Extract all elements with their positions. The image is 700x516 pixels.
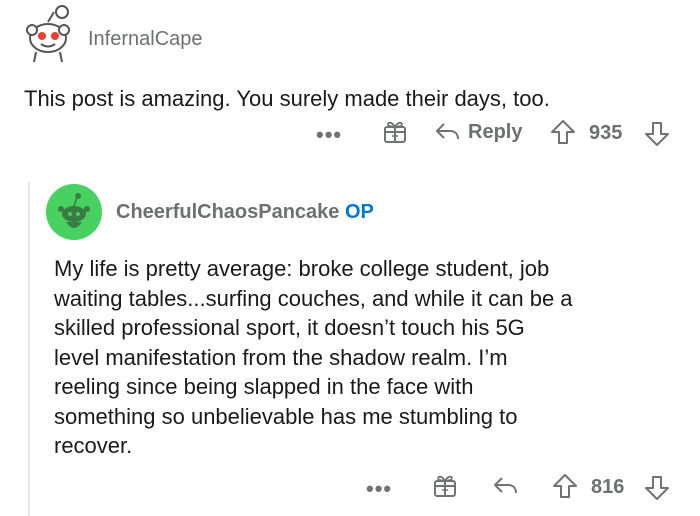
comment-body-line: recover. xyxy=(54,433,133,458)
downvote-icon xyxy=(645,122,669,146)
reply-label: Reply xyxy=(468,120,523,143)
comment-body: This post is amazing. You surely made th… xyxy=(24,86,550,111)
upvote-button[interactable] xyxy=(550,118,576,146)
comment-body-line: waiting tables...surfing couches, and wh… xyxy=(54,285,573,311)
comment-body-line: level manifestation from the shadow real… xyxy=(54,344,508,370)
vote-score: 935 xyxy=(589,122,623,144)
vote-score: 816 xyxy=(591,476,625,498)
op-badge: OP xyxy=(344,201,374,223)
more-options-button[interactable]: ••• xyxy=(366,476,392,502)
comment-body-line: My life is pretty average: broke college… xyxy=(54,256,550,281)
thread-line[interactable] xyxy=(28,182,30,516)
downvote-button[interactable] xyxy=(644,474,670,502)
comment-username-row: CheerfulChaosPancake OP xyxy=(116,201,374,224)
reply-button[interactable]: Reply xyxy=(434,120,522,144)
award-button[interactable] xyxy=(432,472,458,498)
more-options-label: ••• xyxy=(366,476,393,501)
reply-arrow-icon xyxy=(494,477,517,494)
more-options-button[interactable]: ••• xyxy=(316,122,342,148)
upvote-icon xyxy=(553,474,577,498)
gift-icon xyxy=(434,475,456,497)
comment-body-line: something so unbelievable has me stumbli… xyxy=(54,403,518,429)
reply-button[interactable] xyxy=(492,474,520,498)
avatar[interactable] xyxy=(46,184,102,240)
comment-body: My life is pretty average: broke college… xyxy=(54,254,694,461)
gift-icon xyxy=(384,121,406,143)
avatar[interactable] xyxy=(18,4,78,64)
comment-username[interactable]: CheerfulChaosPancake xyxy=(116,201,339,223)
comment-body-line: reeling since being slapped in the face … xyxy=(54,374,474,399)
comment-body-line: skilled professional sport, it doesn’t t… xyxy=(54,315,525,340)
snoo-avatar-icon xyxy=(26,5,70,63)
comment-username[interactable]: InfernalCape xyxy=(88,28,203,51)
snoo-avatar-icon xyxy=(58,193,90,228)
downvote-button[interactable] xyxy=(644,120,670,148)
award-button[interactable] xyxy=(382,118,408,144)
upvote-button[interactable] xyxy=(552,472,578,500)
reply-arrow-icon xyxy=(436,123,459,140)
downvote-icon xyxy=(645,476,669,500)
more-options-label: ••• xyxy=(316,122,343,147)
upvote-icon xyxy=(551,120,575,144)
